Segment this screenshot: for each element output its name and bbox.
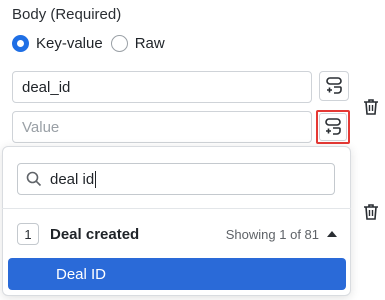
key-map-field-button[interactable] xyxy=(319,71,349,101)
delete-row-button[interactable] xyxy=(363,98,379,116)
section-title: Body (Required) xyxy=(12,6,122,23)
option-deal-id[interactable]: Deal ID xyxy=(8,258,346,290)
step-group-header[interactable]: 1 Deal created Showing 1 of 81 xyxy=(17,221,337,247)
search-icon xyxy=(26,171,42,187)
key-value-radio[interactable] xyxy=(12,35,29,52)
divider xyxy=(2,208,351,209)
option-label: Deal ID xyxy=(56,265,107,283)
key-value-radio-label[interactable]: Key-value xyxy=(36,35,103,52)
value-input-placeholder: Value xyxy=(22,118,60,136)
field-search-input[interactable]: deal id xyxy=(17,163,335,195)
map-field-icon xyxy=(326,77,342,94)
raw-radio[interactable] xyxy=(110,35,128,52)
trash-icon xyxy=(364,99,378,115)
step-group-label: Deal created xyxy=(50,225,140,243)
showing-count: Showing 1 of 81 xyxy=(225,226,319,242)
text-cursor xyxy=(95,170,97,188)
trash-icon xyxy=(364,204,378,220)
step-number-badge: 1 xyxy=(17,223,39,245)
key-input-value: deal_id xyxy=(22,78,71,96)
chevron-up-icon[interactable] xyxy=(327,231,337,237)
body-type-radio-group: Key-value Raw xyxy=(12,35,173,52)
key-input[interactable]: deal_id xyxy=(12,71,312,103)
search-query: deal id xyxy=(50,170,95,188)
raw-radio-label[interactable]: Raw xyxy=(135,35,165,52)
value-map-field-button[interactable] xyxy=(316,110,350,144)
value-input[interactable]: Value xyxy=(12,111,312,143)
delete-row-button[interactable] xyxy=(363,203,379,221)
map-field-icon xyxy=(325,118,341,135)
